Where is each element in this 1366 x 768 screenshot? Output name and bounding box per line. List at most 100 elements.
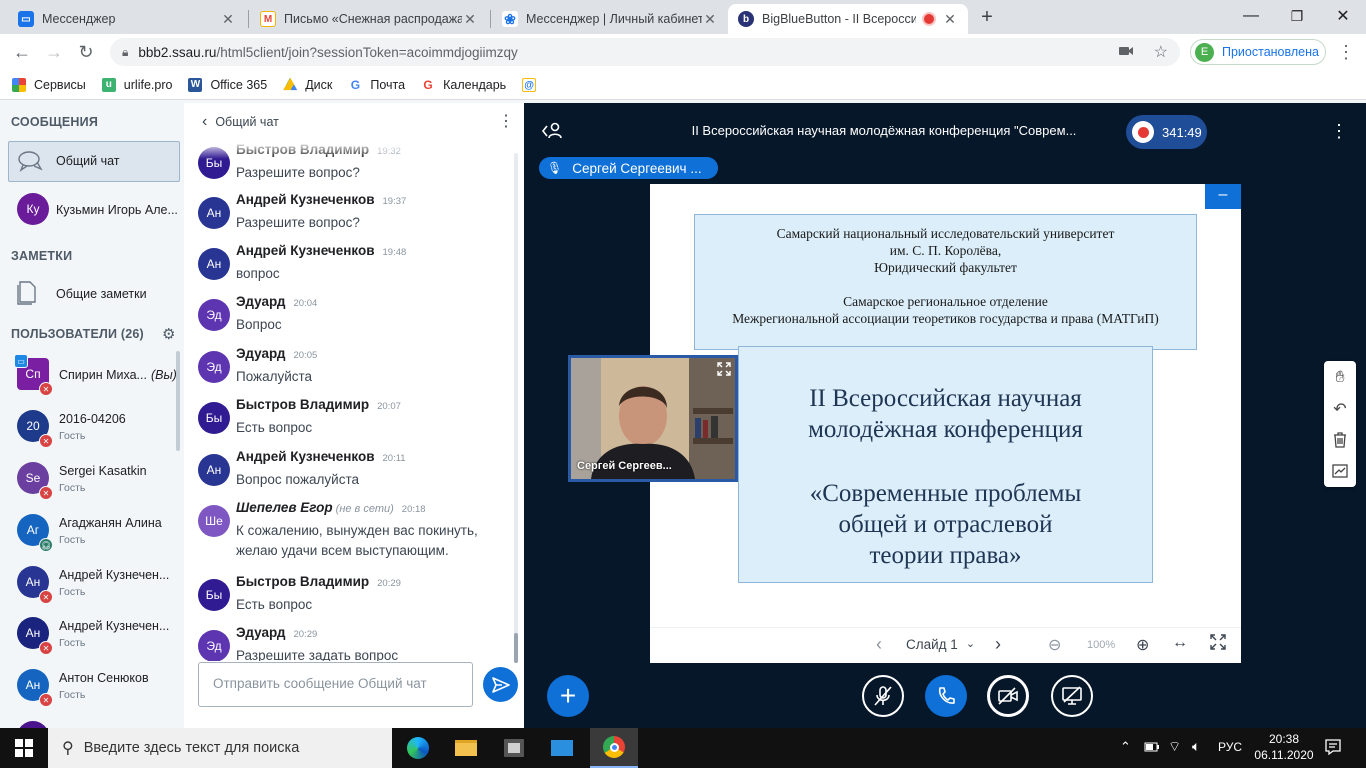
file-explorer-icon[interactable] — [442, 728, 490, 768]
user-name: Агаджанян Алина — [59, 516, 177, 530]
chat-scrollbar[interactable] — [514, 153, 518, 663]
prev-slide-icon[interactable]: ‹ — [876, 634, 882, 655]
window-close-icon[interactable]: ✕ — [1320, 0, 1366, 32]
recording-indicator[interactable]: 341:49 — [1126, 115, 1207, 149]
bookmark-mail[interactable]: G Почта — [348, 77, 405, 92]
bookmark-office365[interactable]: W Office 365 — [188, 77, 268, 92]
sender-name: Андрей Кузнеченков — [236, 449, 375, 464]
user-list-item[interactable]: Se ✕ Sergei Kasatkin Гость — [0, 456, 180, 508]
close-icon[interactable]: ✕ — [942, 11, 958, 28]
bookmark-services[interactable]: Сервисы — [12, 77, 86, 92]
notifications-icon[interactable] — [1324, 738, 1342, 756]
avatar: Бы — [198, 402, 230, 434]
share-screen-button[interactable] — [1051, 675, 1093, 717]
tab-messenger-cabinet[interactable]: ❀ Мессенджер | Личный кабинет ✕ — [492, 4, 728, 34]
user-list-item[interactable]: Ан ✕ Андрей Кузнечен... Гость — [0, 560, 180, 612]
profile-button[interactable]: E Приостановлена — [1190, 39, 1326, 65]
message-text: Разрешите задать вопрос — [236, 646, 398, 661]
back-arrow-icon[interactable]: ← — [10, 41, 34, 63]
chat-back-button[interactable]: ‹ Общий чат — [202, 113, 279, 131]
toggle-userlist-button[interactable] — [540, 121, 564, 141]
bookmark-label: Office 365 — [210, 77, 268, 92]
minimize-presentation-button[interactable]: – — [1205, 184, 1241, 209]
volume-icon[interactable]: 🔈︎ — [1192, 738, 1200, 755]
public-chat-item[interactable]: Общий чат — [8, 141, 180, 182]
wifi-icon[interactable]: ⌔ — [1168, 738, 1181, 756]
webcam-video[interactable]: Сергей Сергеев... — [568, 355, 738, 482]
chevron-down-icon: ⌄ — [965, 638, 976, 650]
hand-tool-icon[interactable]: ✋︎ — [1324, 363, 1356, 393]
system-clock[interactable]: 20:38 06.11.2020 — [1254, 731, 1314, 763]
tab-bigbluebutton[interactable]: b BigBlueButton - II Всеросси ✕ — [728, 4, 968, 34]
bookmark-at[interactable]: @ — [522, 77, 544, 92]
user-list-item[interactable]: ✕Ахмедов Д...ир В... — [0, 715, 180, 728]
camera-icon[interactable] — [1118, 44, 1134, 58]
bigbluebutton-icon: b — [738, 11, 754, 27]
talking-indicator[interactable]: 🎙︎ Сергей Сергеевич ... — [539, 157, 718, 179]
send-arrow-icon — [491, 676, 510, 693]
chrome-icon[interactable] — [590, 728, 638, 768]
store-icon[interactable] — [490, 728, 538, 768]
tab-title: Мессенджер | Личный кабинет — [526, 12, 702, 26]
sender-name: Эдуард — [236, 346, 286, 361]
taskbar-search-box[interactable]: ⚲ Введите здесь текст для поиска — [48, 728, 392, 768]
user-name: Андрей Кузнечен... — [59, 619, 177, 633]
message-list: БыБыстров Владимир19:32Разрешите вопрос?… — [184, 141, 514, 661]
shared-notes-item[interactable]: Общие заметки — [0, 273, 180, 313]
actions-plus-button[interactable]: + — [547, 675, 589, 717]
edge-icon[interactable] — [394, 728, 442, 768]
bookmark-star-icon[interactable]: ☆ — [1154, 42, 1168, 62]
battery-icon[interactable] — [1144, 740, 1160, 754]
reload-icon[interactable]: ↻ — [74, 41, 98, 63]
new-tab-plus-icon[interactable]: + — [976, 6, 998, 28]
user-role: Гость — [59, 534, 86, 546]
options-menu-icon[interactable]: ⋮ — [1330, 121, 1348, 142]
menu-dots-icon[interactable]: ⋮ — [1334, 41, 1358, 63]
gear-icon[interactable]: ⚙ — [162, 325, 175, 343]
slide-title-text: II Всероссийская научная — [809, 385, 1082, 412]
minimize-icon[interactable]: — — [1228, 0, 1274, 32]
message-text: Пожалуйста — [236, 367, 312, 387]
slide-select[interactable]: Слайд 1 ⌄ — [906, 637, 975, 652]
bookmark-urlife[interactable]: u urlife.pro — [101, 77, 172, 92]
close-icon[interactable]: ✕ — [220, 11, 236, 28]
trash-icon[interactable] — [1324, 425, 1356, 455]
windows-start-icon[interactable] — [0, 728, 48, 768]
multi-user-whiteboard-icon[interactable] — [1324, 456, 1356, 486]
mute-button[interactable] — [862, 675, 904, 717]
tab-messenger[interactable]: ▭ Мессенджер ✕ — [8, 4, 246, 34]
fit-width-icon[interactable]: ↔ — [1172, 634, 1188, 652]
restore-icon[interactable]: ❐ — [1274, 0, 1320, 32]
user-list-item[interactable]: Ан ✕ Антон Сенюков Гость — [0, 663, 180, 715]
talking-user-name: Сергей Сергеевич ... — [572, 160, 702, 176]
user-role: Гость — [59, 430, 86, 442]
user-list-item[interactable]: Сп ✕ ▭ Спирин Миха... (Вы) — [0, 352, 180, 404]
chat-message-input[interactable]: Отправить сообщение Общий чат — [198, 662, 473, 707]
user-list-item[interactable]: 20 ✕ 2016-04206 Гость — [0, 404, 180, 456]
tab-mail[interactable]: M Письмо «Снежная распродажа ✕ — [250, 4, 488, 34]
chevron-up-icon[interactable]: ⌃ — [1120, 739, 1131, 755]
slide-header-box: Самарский национальный исследовательский… — [694, 214, 1197, 350]
next-slide-icon[interactable]: › — [995, 634, 1001, 655]
zoom-in-icon[interactable]: ⊕ — [1136, 635, 1149, 655]
user-list-item[interactable]: Ан ✕ Андрей Кузнечен... Гость — [0, 611, 180, 663]
fullscreen-icon[interactable] — [1210, 634, 1226, 650]
share-webcam-button[interactable] — [987, 675, 1029, 717]
close-icon[interactable]: ✕ — [462, 11, 478, 28]
mail-icon[interactable] — [538, 728, 586, 768]
address-bar[interactable]: 🔒︎ bbb2.ssau.ru /html5client/join?sessio… — [110, 38, 1180, 66]
send-button[interactable] — [483, 667, 518, 702]
user-list-item[interactable]: Аг 🎧︎ Агаджанян Алина Гость — [0, 508, 180, 560]
forward-arrow-icon[interactable]: → — [42, 41, 66, 63]
expand-video-icon[interactable] — [717, 362, 731, 376]
input-language[interactable]: РУС — [1218, 740, 1242, 754]
bookmark-calendar[interactable]: G Календарь — [421, 77, 506, 92]
zoom-out-icon[interactable]: ⊖ — [1048, 635, 1061, 655]
urlife-icon: u — [101, 77, 116, 92]
close-icon[interactable]: ✕ — [702, 11, 718, 28]
private-chat-item[interactable]: Ку Кузьмин Игорь Але... — [0, 187, 180, 231]
leave-audio-button[interactable] — [925, 675, 967, 717]
undo-icon[interactable]: ↶ — [1324, 394, 1356, 424]
chat-options-icon[interactable]: ⋮ — [498, 111, 514, 131]
bookmark-drive[interactable]: Диск — [283, 77, 332, 92]
